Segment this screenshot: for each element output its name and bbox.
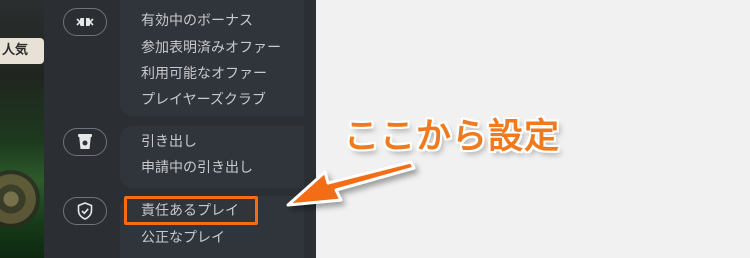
annotation-label: ここから設定	[344, 117, 561, 157]
